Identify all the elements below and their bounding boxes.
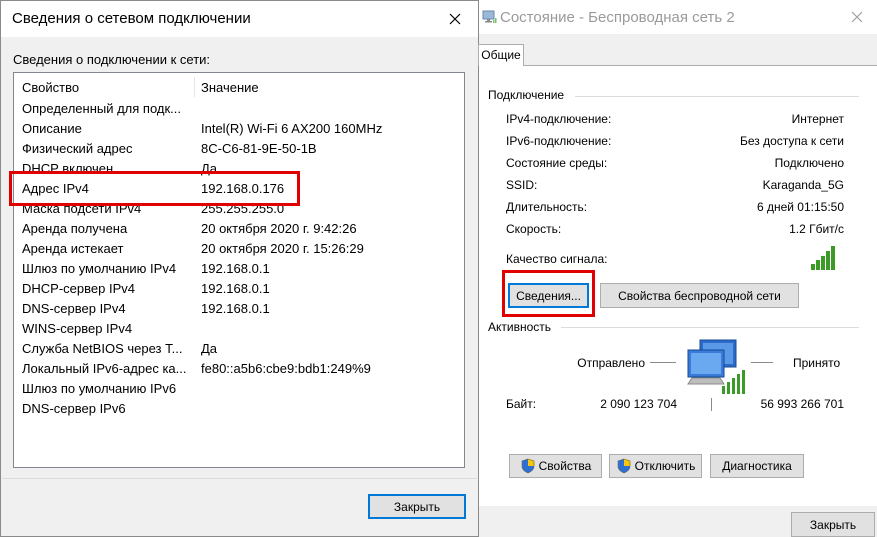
row-property: Служба NetBIOS через Т... xyxy=(22,341,183,356)
table-row[interactable]: Шлюз по умолчанию IPv6 xyxy=(14,379,464,399)
row-value: 192.168.0.1 xyxy=(201,301,270,316)
details-window: Сведения о сетевом подключении Сведения … xyxy=(0,0,479,537)
status-window-title: Состояние - Беспроводная сеть 2 xyxy=(500,9,735,26)
row-value: 192.168.0.1 xyxy=(201,281,270,296)
properties-button[interactable]: Свойства xyxy=(509,454,602,478)
row-value: 192.168.0.176 xyxy=(201,181,285,196)
table-row[interactable]: Маска подсети IPv4 255.255.255.0 xyxy=(14,199,464,219)
row-value: Да xyxy=(201,161,218,176)
table-row[interactable]: DNS-сервер IPv6 xyxy=(14,399,464,419)
row-property: Адрес IPv4 xyxy=(22,181,89,196)
row-value: 20 октября 2020 г. 9:42:26 xyxy=(201,221,357,236)
row-property: Аренда получена xyxy=(22,221,128,236)
list-header: Свойство Значение xyxy=(14,77,464,97)
table-row[interactable]: Локальный IPv6-адрес ка... fe80::a5b6:cbe… xyxy=(14,359,464,379)
details-close-button[interactable]: Закрыть xyxy=(368,494,466,519)
row-value: 255.255.255.0 xyxy=(201,201,285,216)
connection-group-header: Подключение xyxy=(488,88,565,102)
media-state-label: Состояние среды: xyxy=(506,156,608,170)
diagnose-button[interactable]: Диагностика xyxy=(710,454,804,478)
table-row-ipv4-address[interactable]: Адрес IPv4 192.168.0.176 xyxy=(14,179,464,199)
duration-label: Длительность: xyxy=(506,200,588,214)
table-row[interactable]: DNS-сервер IPv4 192.168.0.1 xyxy=(14,299,464,319)
details-subtitle: Сведения о подключении к сети: xyxy=(13,52,211,67)
sent-connector xyxy=(650,362,676,363)
table-row[interactable]: DHCP-сервер IPv4 192.168.0.1 xyxy=(14,279,464,299)
ipv4-connection-value: Интернет xyxy=(791,112,844,126)
details-window-title: Сведения о сетевом подключении xyxy=(12,10,251,27)
footer-separator xyxy=(2,478,477,479)
bytes-label: Байт: xyxy=(506,397,537,411)
received-connector xyxy=(751,362,773,363)
row-property: WINS-сервер IPv4 xyxy=(22,321,133,336)
table-row[interactable]: Служба NetBIOS через Т... Да xyxy=(14,339,464,359)
bytes-divider xyxy=(711,398,712,411)
network-icon xyxy=(482,9,498,25)
received-label: Принято xyxy=(793,356,841,370)
bytes-sent-value: 2 090 123 704 xyxy=(600,397,677,411)
row-value: 8C-C6-81-9E-50-1B xyxy=(201,141,317,156)
network-computers-icon xyxy=(686,338,746,399)
list-rows: Определенный для подк... Описание Intel(R… xyxy=(14,99,464,419)
status-close-icon[interactable] xyxy=(837,0,877,34)
speed-value: 1.2 Гбит/с xyxy=(789,222,844,236)
details-button[interactable]: Сведения... xyxy=(508,283,589,308)
status-titlebar[interactable]: Состояние - Беспроводная сеть 2 xyxy=(479,0,877,34)
table-row[interactable]: Определенный для подк... xyxy=(14,99,464,119)
duration-value: 6 дней 01:15:50 xyxy=(756,200,844,214)
speed-label: Скорость: xyxy=(506,222,562,236)
table-row[interactable]: Физический адрес 8C-C6-81-9E-50-1B xyxy=(14,139,464,159)
tab-general[interactable]: Общие xyxy=(478,44,524,66)
column-divider[interactable] xyxy=(194,77,195,97)
table-row[interactable]: Аренда истекает 20 октября 2020 г. 15:26:… xyxy=(14,239,464,259)
row-value: 20 октября 2020 г. 15:26:29 xyxy=(201,241,364,256)
activity-group-header: Активность xyxy=(488,320,552,334)
table-row[interactable]: Описание Intel(R) Wi-Fi 6 AX200 160MHz xyxy=(14,119,464,139)
row-property: Шлюз по умолчанию IPv4 xyxy=(22,261,177,276)
ipv6-connection-label: IPv6-подключение: xyxy=(506,134,612,148)
disable-button[interactable]: Отключить xyxy=(609,454,702,478)
row-property: Локальный IPv6-адрес ка... xyxy=(22,361,187,376)
table-row[interactable]: DHCP включен Да xyxy=(14,159,464,179)
row-property: Описание xyxy=(22,121,82,136)
connection-group-line xyxy=(575,96,859,97)
activity-group-line xyxy=(561,327,859,328)
properties-button-label: Свойства xyxy=(538,459,592,473)
ssid-label: SSID: xyxy=(506,178,538,192)
row-property: DHCP-сервер IPv4 xyxy=(22,281,135,296)
uac-shield-icon xyxy=(617,458,630,474)
wireless-properties-button[interactable]: Свойства беспроводной сети xyxy=(600,283,799,308)
row-property: Определенный для подк... xyxy=(22,101,182,116)
table-row[interactable]: WINS-сервер IPv4 xyxy=(14,319,464,339)
disable-button-label: Отключить xyxy=(634,459,696,473)
status-close-button[interactable]: Закрыть xyxy=(791,512,875,537)
uac-shield-icon xyxy=(521,458,534,474)
ipv4-connection-label: IPv4-подключение: xyxy=(506,112,612,126)
details-close-icon[interactable] xyxy=(432,1,478,37)
row-property: DNS-сервер IPv6 xyxy=(22,401,126,416)
details-titlebar[interactable]: Сведения о сетевом подключении xyxy=(1,1,478,37)
table-row[interactable]: Аренда получена 20 октября 2020 г. 9:42:2… xyxy=(14,219,464,239)
row-value: Intel(R) Wi-Fi 6 AX200 160MHz xyxy=(201,121,383,136)
row-value: Да xyxy=(201,341,218,356)
row-value: 192.168.0.1 xyxy=(201,261,270,276)
details-list[interactable]: Свойство Значение Определенный для подк.… xyxy=(13,72,465,468)
row-property: DNS-сервер IPv4 xyxy=(22,301,126,316)
signal-bars-icon xyxy=(811,244,841,273)
column-header-property[interactable]: Свойство xyxy=(22,80,79,95)
row-property: Шлюз по умолчанию IPv6 xyxy=(22,381,177,396)
table-row[interactable]: Шлюз по умолчанию IPv4 192.168.0.1 xyxy=(14,259,464,279)
row-property: Маска подсети IPv4 xyxy=(22,201,142,216)
row-value: fe80::a5b6:cbe9:bdb1:249%9 xyxy=(201,361,371,376)
ssid-value: Karaganda_5G xyxy=(762,178,844,192)
row-property: Физический адрес xyxy=(22,141,133,156)
sent-label: Отправлено xyxy=(577,356,645,370)
column-header-value[interactable]: Значение xyxy=(201,80,259,95)
bytes-received-value: 56 993 266 701 xyxy=(760,397,844,411)
row-property: Аренда истекает xyxy=(22,241,124,256)
signal-quality-label: Качество сигнала: xyxy=(506,252,608,266)
row-property: DHCP включен xyxy=(22,161,114,176)
media-state-value: Подключено xyxy=(774,156,844,170)
ipv6-connection-value: Без доступа к сети xyxy=(740,134,844,148)
